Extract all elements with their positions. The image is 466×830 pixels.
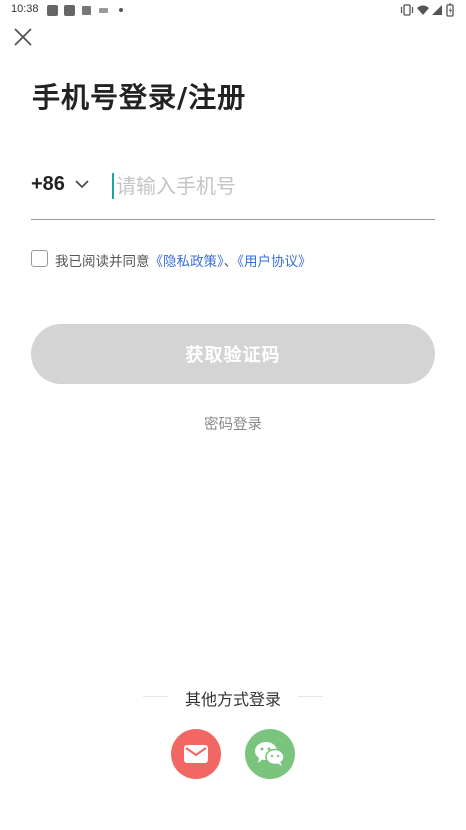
user-agreement-link[interactable]: 《用户协议》: [237, 254, 311, 270]
status-bar: 10:38: [0, 0, 466, 20]
divider-right: [298, 696, 323, 697]
notification-icon: [82, 6, 91, 15]
mail-icon: [184, 745, 208, 763]
agreement-prefix: 我已阅读并同意: [55, 254, 150, 270]
other-login-label: 其他方式登录: [184, 690, 281, 709]
country-code-selector[interactable]: +86: [31, 173, 65, 196]
close-button[interactable]: [12, 26, 34, 48]
page-title: 手机号登录/注册: [32, 81, 247, 114]
system-status-icons: [400, 3, 454, 17]
signal-icon: [432, 5, 442, 15]
vibrate-icon: [400, 4, 414, 16]
wifi-icon: [417, 5, 429, 15]
mail-login-button[interactable]: [171, 729, 221, 779]
close-icon: [14, 28, 32, 46]
text-cursor: [112, 173, 114, 199]
phone-input-underline: [31, 219, 435, 220]
more-notifications-icon: [119, 8, 123, 12]
status-time: 10:38: [11, 3, 39, 15]
privacy-policy-link[interactable]: 《隐私政策》: [150, 254, 224, 270]
agreement-separator: 、: [223, 254, 238, 270]
wechat-login-button[interactable]: [245, 729, 295, 779]
notification-icon: [64, 5, 75, 16]
keyboard-icon: [99, 8, 108, 13]
agreement-checkbox[interactable]: [31, 250, 48, 267]
password-login-link[interactable]: 密码登录: [0, 413, 466, 434]
phone-input[interactable]: [116, 168, 434, 204]
battery-icon: [446, 3, 454, 17]
wechat-icon: [255, 742, 285, 766]
agreement-text: 我已阅读并同意《隐私政策》、《用户协议》: [55, 250, 312, 270]
chevron-down-icon[interactable]: [74, 178, 90, 190]
get-verification-code-button[interactable]: 获取验证码: [31, 324, 435, 384]
notification-icon: [47, 5, 58, 16]
